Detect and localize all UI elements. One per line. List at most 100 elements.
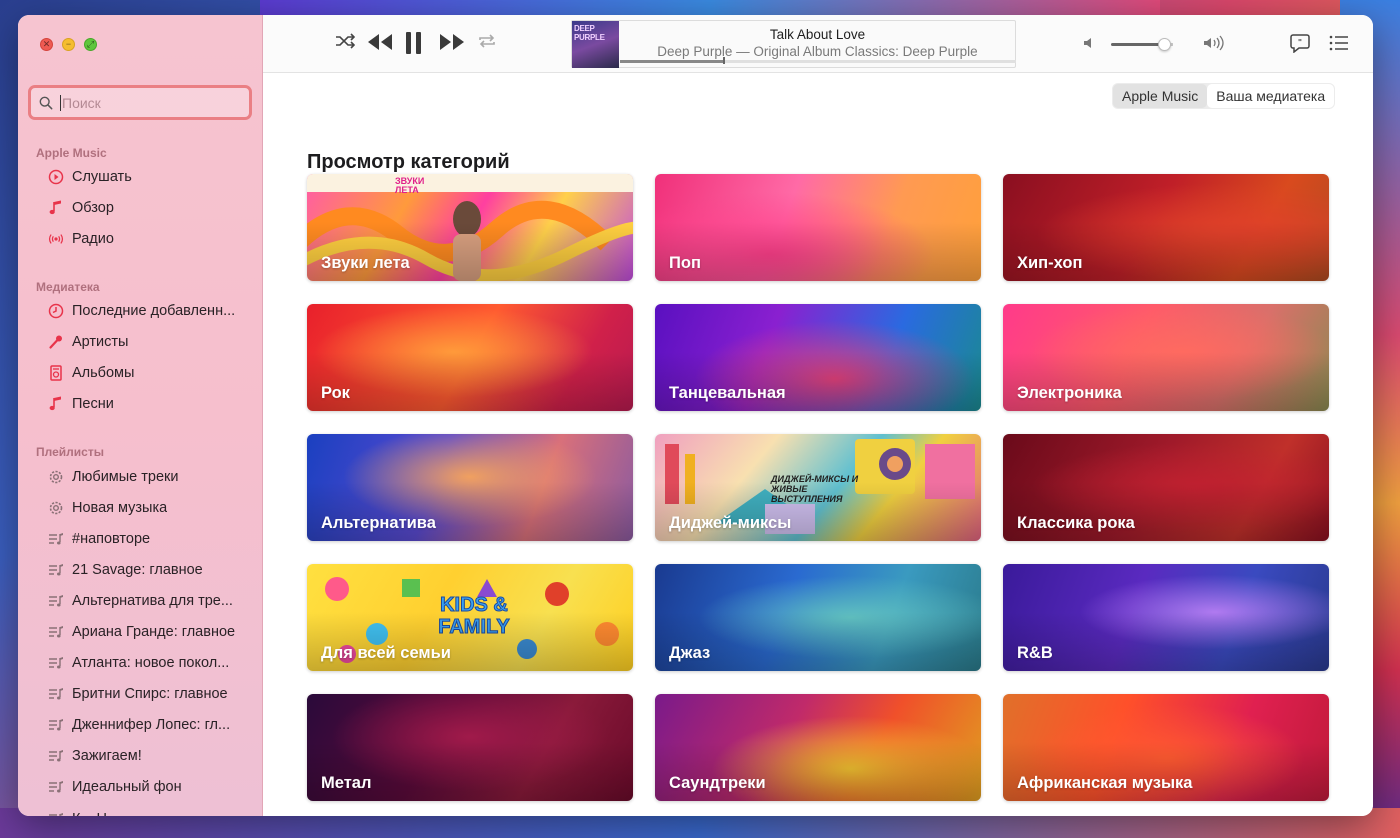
sidebar-item[interactable]: Бритни Спирс: главное	[18, 679, 262, 710]
category-tile[interactable]: Альтернатива	[307, 434, 633, 541]
search-field[interactable]	[28, 85, 252, 120]
sidebar-item-label: Радио	[72, 230, 114, 247]
sidebar-item[interactable]: Новая музыка	[18, 492, 262, 523]
category-tile[interactable]: Электроника	[1003, 304, 1329, 411]
tile-badge: ЗВУКИ ЛЕТА	[395, 176, 425, 195]
lyrics-button[interactable]: "	[1290, 33, 1310, 53]
search-input[interactable]	[62, 94, 232, 111]
sidebar-item[interactable]: #наповторе	[18, 523, 262, 554]
category-tile[interactable]: ДИДЖЕЙ-МИКСЫ И ЖИВЫЕ ВЫСТУПЛЕНИЯДиджей-м…	[655, 434, 981, 541]
category-tile[interactable]: Африканская музыка	[1003, 694, 1329, 801]
search-icon	[39, 96, 53, 109]
category-label: Саундтреки	[669, 774, 766, 792]
track-title: Talk About Love	[769, 27, 866, 42]
progress-fill	[620, 60, 723, 63]
sidebar-item[interactable]: Атланта: новое покол...	[18, 648, 262, 679]
segment-apple-music[interactable]: Apple Music	[1113, 84, 1208, 108]
track-subtitle: Deep Purple — Original Album Classics: D…	[657, 44, 978, 59]
category-tile[interactable]: R&B	[1003, 564, 1329, 671]
sidebar-item[interactable]: Зажигаем!	[18, 741, 262, 772]
text-caret	[60, 94, 61, 111]
sidebar-item[interactable]: Обзор	[18, 192, 262, 223]
sidebar-item-label: Ариана Гранде: главное	[72, 624, 236, 641]
pause-button[interactable]	[405, 31, 423, 55]
sidebar-item-label: К... Н...	[72, 811, 119, 816]
sidebar-item[interactable]: Радио	[18, 223, 262, 254]
sidebar-item[interactable]: Альтернатива для тре...	[18, 585, 262, 616]
play-circle-icon	[48, 169, 64, 185]
sidebar-item-label: Атланта: новое покол...	[72, 655, 230, 672]
queue-button[interactable]	[1329, 35, 1349, 51]
category-label: Джаз	[669, 644, 711, 662]
progress-knob[interactable]	[722, 57, 725, 64]
sidebar-item[interactable]: Любимые треки	[18, 461, 262, 492]
sidebar-item-label: Последние добавленн...	[72, 302, 236, 319]
music-note-icon	[48, 396, 64, 412]
fullscreen-window-button[interactable]: ⤢	[84, 38, 97, 51]
svg-text:": "	[1298, 38, 1302, 47]
sidebar-item[interactable]: 21 Savage: главное	[18, 554, 262, 585]
category-tile[interactable]: Классика рока	[1003, 434, 1329, 541]
playlist-icon	[48, 562, 64, 578]
repeat-button[interactable]	[477, 33, 497, 49]
shuffle-button[interactable]	[335, 33, 355, 49]
sidebar-section-list: Последние добавленн... Артисты Альбомы Песн…	[18, 295, 262, 419]
next-icon	[440, 34, 464, 50]
volume-low-icon-wrap	[1083, 36, 1097, 50]
category-tile[interactable]: Саундтреки	[655, 694, 981, 801]
sidebar-item[interactable]: Последние добавленн...	[18, 295, 262, 326]
volume-slider[interactable]	[1111, 38, 1173, 51]
sidebar-item-label: Бритни Спирс: главное	[72, 686, 228, 703]
playlist-icon	[48, 593, 64, 609]
sidebar-item[interactable]: Идеальный фон	[18, 772, 262, 803]
close-window-button[interactable]: ✕	[40, 38, 53, 51]
sidebar-section-title: Плейлисты	[36, 445, 104, 459]
segment-your-library[interactable]: Ваша медиатека	[1207, 84, 1335, 108]
category-tile[interactable]: ЗВУКИ ЛЕТА Звуки лета	[307, 174, 633, 281]
category-label: Метал	[321, 774, 372, 792]
source-segmented-control: Apple Music Ваша медиатека	[1112, 83, 1336, 109]
category-tile[interactable]: Поп	[655, 174, 981, 281]
volume-low-icon	[1084, 38, 1091, 48]
sidebar-item[interactable]: Ариана Гранде: главное	[18, 616, 262, 647]
playlist-icon	[48, 779, 64, 795]
tile-shade	[307, 352, 633, 411]
lyrics-icon: "	[1290, 34, 1310, 53]
next-button[interactable]	[439, 33, 465, 51]
sidebar-section-list: Слушать Обзор Радио	[18, 161, 262, 254]
category-tile[interactable]: KIDS & FAMILYДля всей семьи	[307, 564, 633, 671]
volume-knob[interactable]	[1157, 38, 1171, 51]
category-tile[interactable]: Джаз	[655, 564, 981, 671]
category-label: Электроника	[1017, 384, 1122, 402]
category-label: Диджей-миксы	[669, 514, 792, 532]
sidebar-item-label: Артисты	[72, 333, 129, 350]
category-tile[interactable]: Метал	[307, 694, 633, 801]
category-label: Хип-хоп	[1017, 254, 1083, 272]
sidebar-item[interactable]: К... Н...	[18, 803, 262, 816]
sidebar-item[interactable]: Альбомы	[18, 357, 262, 388]
sidebar-item-label: Альтернатива для тре...	[72, 592, 233, 609]
category-tile[interactable]: Хип-хоп	[1003, 174, 1329, 281]
now-playing-display[interactable]: DEEP PURPLE Talk About Love Deep Purple …	[571, 20, 1016, 68]
category-tile[interactable]: Танцевальная	[655, 304, 981, 411]
tile-shade	[655, 222, 981, 281]
category-label: Африканская музыка	[1017, 774, 1193, 792]
previous-button[interactable]	[367, 33, 393, 51]
playlist-icon	[48, 531, 64, 547]
sidebar-item-label: 21 Savage: главное	[72, 561, 203, 578]
volume-high-icon-wrap	[1203, 35, 1227, 51]
category-tile[interactable]: Рок	[307, 304, 633, 411]
sidebar-item-label: Альбомы	[72, 364, 135, 381]
sidebar-item[interactable]: Слушать	[18, 161, 262, 192]
music-app-window: ✕ − ⤢ Apple Music Слушать Обзор Радио Медиат…	[18, 15, 1373, 816]
sidebar-item[interactable]: Дженнифер Лопес: гл...	[18, 710, 262, 741]
sidebar-item[interactable]: Артисты	[18, 326, 262, 357]
pause-icon	[406, 32, 421, 54]
sidebar-item[interactable]: Песни	[18, 388, 262, 419]
sidebar-item-label: Новая музыка	[72, 499, 168, 516]
minimize-window-button[interactable]: −	[62, 38, 75, 51]
main-content: Apple Music Ваша медиатека Просмотр кате…	[263, 73, 1373, 816]
category-label: Танцевальная	[669, 384, 786, 402]
playback-progress-bar[interactable]	[620, 57, 1016, 64]
category-label: Поп	[669, 254, 701, 272]
